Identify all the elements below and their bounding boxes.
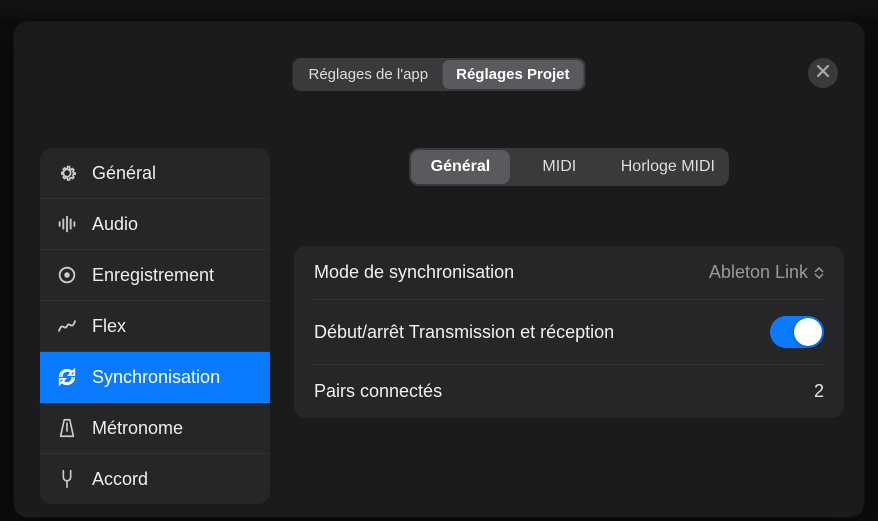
row-label: Mode de synchronisation — [314, 262, 514, 283]
sidebar-item-flex[interactable]: Flex — [40, 301, 270, 352]
peers-count: 2 — [814, 381, 824, 402]
content-area: Général MIDI Horloge MIDI Mode de synchr… — [294, 148, 844, 418]
gear-icon — [56, 162, 78, 184]
sidebar-item-label: Synchronisation — [92, 367, 220, 388]
row-sync-mode[interactable]: Mode de synchronisation Ableton Link — [312, 246, 826, 300]
sidebar-item-label: Accord — [92, 469, 148, 490]
sidebar-item-recording[interactable]: Enregistrement — [40, 250, 270, 301]
metronome-icon — [56, 417, 78, 439]
sidebar-item-tuning[interactable]: Accord — [40, 454, 270, 504]
settings-dialog: Réglages de l'app Réglages Projet Généra… — [14, 22, 864, 517]
row-label: Pairs connectés — [314, 381, 442, 402]
top-segment-control[interactable]: Réglages de l'app Réglages Projet — [293, 58, 586, 91]
sidebar-item-sync[interactable]: Synchronisation — [40, 352, 270, 403]
toggle-knob — [794, 318, 822, 346]
row-label: Début/arrêt Transmission et réception — [314, 322, 614, 343]
row-connected-peers: Pairs connectés 2 — [312, 365, 826, 418]
background-toolbar — [0, 0, 878, 22]
close-icon — [816, 64, 830, 83]
content-tab-general[interactable]: Général — [411, 150, 510, 184]
close-button[interactable] — [808, 58, 838, 88]
sidebar-item-label: Métronome — [92, 418, 183, 439]
tab-project-settings[interactable]: Réglages Projet — [442, 60, 583, 89]
row-start-stop: Début/arrêt Transmission et réception — [312, 300, 826, 365]
sidebar-item-general[interactable]: Général — [40, 148, 270, 199]
sync-icon — [56, 366, 78, 388]
content-tab-midi[interactable]: MIDI — [510, 150, 609, 184]
up-down-icon — [814, 267, 824, 279]
dropdown-value[interactable]: Ableton Link — [709, 262, 824, 283]
sidebar-item-audio[interactable]: Audio — [40, 199, 270, 250]
content-segment-control[interactable]: Général MIDI Horloge MIDI — [409, 148, 729, 186]
dropdown-text: Ableton Link — [709, 262, 808, 283]
sidebar-item-label: Flex — [92, 316, 126, 337]
sync-panel: Mode de synchronisation Ableton Link Déb… — [294, 246, 844, 418]
record-icon — [56, 264, 78, 286]
sidebar: Général Audio Enregistrement Flex Synchr… — [40, 148, 270, 504]
flex-icon — [56, 315, 78, 337]
sidebar-item-metronome[interactable]: Métronome — [40, 403, 270, 454]
sidebar-item-label: Général — [92, 163, 156, 184]
sidebar-item-label: Enregistrement — [92, 265, 214, 286]
start-stop-toggle[interactable] — [770, 316, 824, 348]
tuning-fork-icon — [56, 468, 78, 490]
audio-bars-icon — [56, 213, 78, 235]
content-tab-midi-clock[interactable]: Horloge MIDI — [609, 150, 727, 184]
tab-app-settings[interactable]: Réglages de l'app — [295, 60, 443, 89]
sidebar-item-label: Audio — [92, 214, 138, 235]
